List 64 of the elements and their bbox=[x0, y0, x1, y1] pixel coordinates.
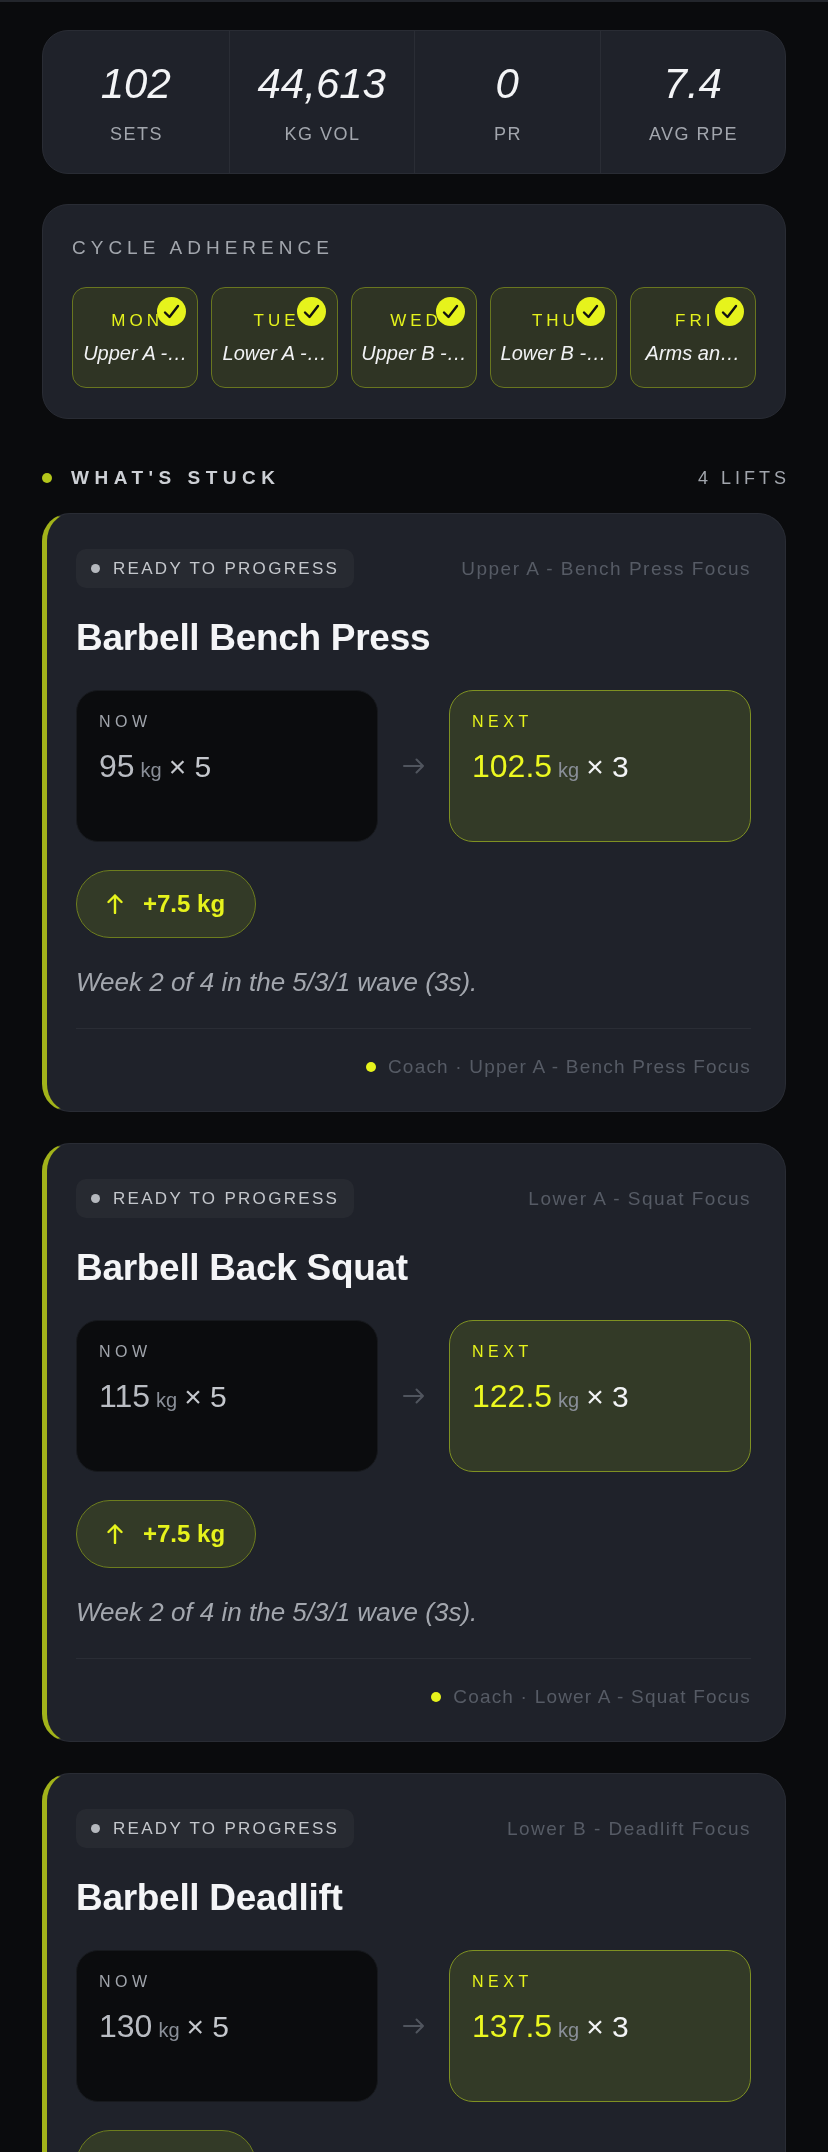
panel-label: NEXT bbox=[472, 1342, 534, 1362]
exercise-name: Barbell Back Squat bbox=[76, 1246, 409, 1290]
stat-value: 44,613 bbox=[257, 60, 386, 108]
day-label: TUE bbox=[252, 310, 300, 332]
section-title: WHAT'S STUCK bbox=[71, 466, 281, 490]
coach-note: Week 2 of 4 in the 5/3/1 wave (3s). bbox=[76, 966, 479, 998]
check-icon bbox=[296, 297, 326, 326]
change-amount: +7.5 kg bbox=[143, 1519, 226, 1549]
dot-icon bbox=[365, 1062, 376, 1072]
check-icon bbox=[715, 297, 744, 326]
coach-note: Week 2 of 4 in the 5/3/1 wave (3s). bbox=[76, 1596, 479, 1628]
stat-value: 0 bbox=[495, 60, 519, 108]
panel-label: NEXT bbox=[472, 712, 534, 732]
exercise-name: Barbell Deadlift bbox=[76, 1876, 344, 1920]
arrow-right-icon bbox=[402, 1388, 425, 1404]
panel-label: NOW bbox=[99, 1342, 153, 1362]
status-dot-icon bbox=[91, 1194, 100, 1203]
workout-label: Lower A -… bbox=[222, 341, 327, 366]
workout-label: Lower B -… bbox=[500, 341, 607, 366]
day-label: THU bbox=[530, 310, 579, 332]
day-label: MON bbox=[110, 310, 164, 332]
coach-source: Coach · Upper A - Bench Press Focus bbox=[387, 1055, 751, 1079]
session-name: Lower B - Deadlift Focus bbox=[506, 1816, 751, 1841]
panel-label: NOW bbox=[99, 1972, 153, 1992]
status-dot-icon bbox=[91, 1824, 100, 1833]
exercise-name: Barbell Bench Press bbox=[76, 616, 432, 660]
arrow-up-icon bbox=[107, 1524, 123, 1544]
weight-reps: 102.5 kg × 3 bbox=[472, 747, 630, 786]
card-title: CYCLE ADHERENCE bbox=[72, 236, 335, 260]
arrow-right-icon bbox=[402, 2018, 425, 2034]
lift-count: 4 LIFTS bbox=[697, 467, 790, 490]
stat-label: AVG RPE bbox=[647, 124, 739, 144]
status-label: READY TO PROGRESS bbox=[113, 1188, 340, 1209]
status-label: READY TO PROGRESS bbox=[113, 1818, 340, 1839]
session-name: Upper A - Bench Press Focus bbox=[461, 556, 751, 581]
day-label: WED bbox=[389, 310, 442, 332]
stat-label: PR bbox=[493, 124, 522, 144]
weight-reps: 137.5 kg × 3 bbox=[472, 2007, 630, 2046]
check-icon bbox=[575, 297, 605, 326]
change-amount: +7.5 kg bbox=[143, 889, 226, 919]
panel-label: NOW bbox=[99, 712, 153, 732]
dot-icon bbox=[431, 1692, 442, 1702]
stat-value: 7.4 bbox=[663, 60, 722, 108]
weight-reps: 115 kg × 5 bbox=[99, 1377, 228, 1416]
coach-source: Coach · Lower A - Squat Focus bbox=[453, 1685, 751, 1709]
status-dot-icon bbox=[91, 564, 100, 573]
panel-label: NEXT bbox=[472, 1972, 534, 1992]
workout-label: Upper A -… bbox=[83, 341, 188, 366]
workout-label: Arms an… bbox=[645, 341, 741, 366]
dot-icon bbox=[42, 473, 52, 483]
status-label: READY TO PROGRESS bbox=[113, 558, 340, 579]
arrow-right-icon bbox=[402, 758, 425, 774]
session-name: Lower A - Squat Focus bbox=[528, 1186, 751, 1211]
stat-label: SETS bbox=[109, 124, 163, 144]
day-label: FRI bbox=[674, 310, 715, 332]
arrow-up-icon bbox=[107, 894, 123, 914]
stat-label: KG VOL bbox=[283, 124, 361, 144]
check-icon bbox=[436, 297, 466, 326]
stat-value: 102 bbox=[100, 60, 171, 108]
weight-reps: 122.5 kg × 3 bbox=[472, 1377, 630, 1416]
weight-reps: 95 kg × 5 bbox=[99, 747, 213, 786]
workout-label: Upper B -… bbox=[361, 341, 467, 366]
weight-reps: 130 kg × 5 bbox=[99, 2007, 231, 2046]
check-icon bbox=[157, 297, 187, 326]
